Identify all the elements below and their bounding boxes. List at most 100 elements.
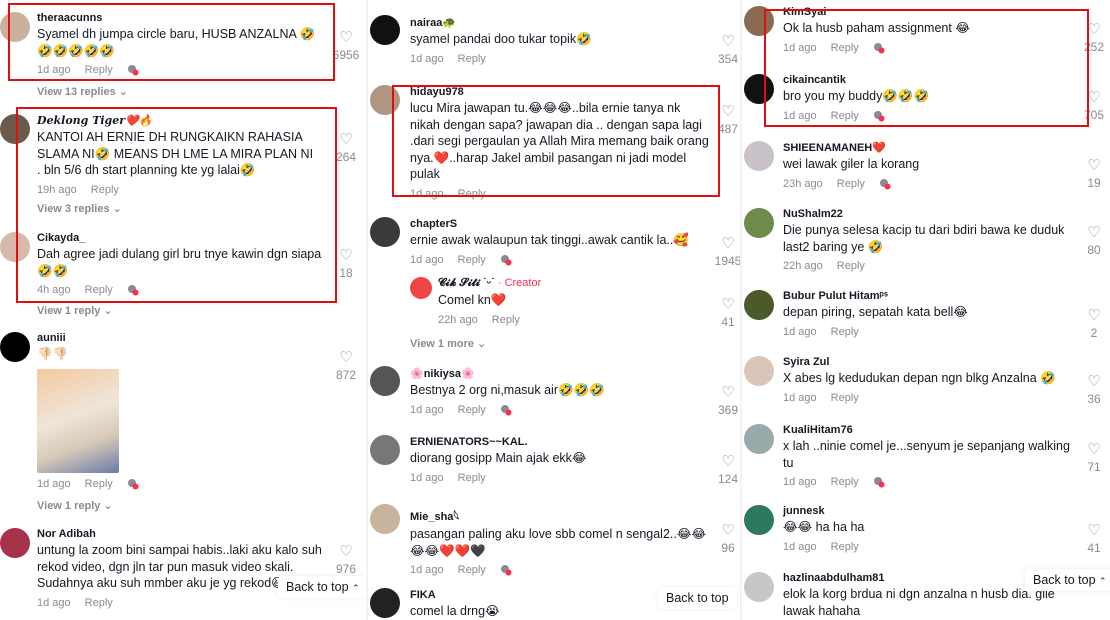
- view-replies-link[interactable]: View 13 replies ⌄: [37, 85, 128, 98]
- view-replies-link[interactable]: View 1 reply ⌄: [37, 304, 113, 317]
- reply-button[interactable]: Reply: [458, 472, 486, 484]
- dislike-icon[interactable]: [127, 284, 139, 296]
- avatar[interactable]: [0, 528, 30, 558]
- avatar[interactable]: [0, 114, 30, 144]
- comment-username[interactable]: Syira Zul: [783, 356, 1073, 368]
- like-heart-icon[interactable]: ♡: [1074, 22, 1110, 38]
- comment-username[interactable]: theraacunns: [37, 12, 317, 24]
- like-heart-icon[interactable]: ♡: [326, 248, 366, 264]
- reply-button[interactable]: Reply: [831, 392, 859, 404]
- avatar[interactable]: [0, 232, 30, 262]
- reply-button[interactable]: Reply: [492, 314, 520, 326]
- avatar[interactable]: [744, 208, 774, 238]
- dislike-icon[interactable]: [879, 178, 891, 190]
- reply-button[interactable]: Reply: [458, 188, 486, 200]
- comment-username[interactable]: hidayu978: [410, 86, 710, 98]
- avatar[interactable]: [370, 504, 400, 534]
- avatar[interactable]: [744, 356, 774, 386]
- like-heart-icon[interactable]: ♡: [1074, 523, 1110, 539]
- avatar[interactable]: [370, 15, 400, 45]
- like-heart-icon[interactable]: ♡: [326, 30, 366, 46]
- like-heart-icon[interactable]: ♡: [708, 385, 740, 401]
- like-heart-icon[interactable]: ♡: [1074, 158, 1110, 174]
- like-heart-icon[interactable]: ♡: [1074, 225, 1110, 241]
- reply-button[interactable]: Reply: [831, 110, 859, 122]
- reply-button[interactable]: Reply: [458, 53, 486, 65]
- reply-button[interactable]: Reply: [831, 541, 859, 553]
- avatar[interactable]: [744, 290, 774, 320]
- comment-username[interactable]: Cikayda_: [37, 232, 327, 244]
- like-heart-icon[interactable]: ♡: [1074, 308, 1110, 324]
- like-heart-icon[interactable]: ♡: [708, 523, 740, 539]
- comment-username[interactable]: Bubur Pulut Hitamᵖˢ: [783, 290, 1073, 302]
- comment-username[interactable]: Mie_sha𓆩: [410, 505, 710, 524]
- reply-username[interactable]: 𝓒𝓲𝓴 𝓢𝓲𝓽𝓲 ˙ᵕ˙: [438, 277, 495, 289]
- like-heart-icon[interactable]: ♡: [708, 104, 740, 120]
- dislike-icon[interactable]: [873, 476, 885, 488]
- comment-image[interactable]: [37, 368, 119, 473]
- avatar[interactable]: [370, 366, 400, 396]
- comment-username[interactable]: SHIEENAMANEH❤️: [783, 141, 1073, 154]
- reply-button[interactable]: Reply: [831, 42, 859, 54]
- avatar[interactable]: [0, 332, 30, 362]
- comment-username[interactable]: auniii: [37, 332, 317, 344]
- reply-button[interactable]: Reply: [831, 326, 859, 338]
- like-heart-icon[interactable]: ♡: [708, 236, 740, 252]
- reply-button[interactable]: Reply: [91, 184, 119, 196]
- avatar[interactable]: [744, 141, 774, 171]
- avatar[interactable]: [744, 505, 774, 535]
- reply-button[interactable]: Reply: [837, 178, 865, 190]
- back-to-top-button[interactable]: Back to top: [658, 587, 737, 609]
- dislike-icon[interactable]: [500, 404, 512, 416]
- comment-username[interactable]: junnesk: [783, 505, 1073, 517]
- dislike-icon[interactable]: [127, 64, 139, 76]
- like-heart-icon[interactable]: ♡: [326, 544, 366, 560]
- comment-username[interactable]: Nor Adibah: [37, 528, 327, 540]
- reply-button[interactable]: Reply: [837, 260, 865, 272]
- comment-username[interactable]: KualiHitam76: [783, 424, 1073, 436]
- comment-username[interactable]: cikaincantik: [783, 74, 1073, 86]
- avatar[interactable]: [744, 572, 774, 602]
- reply-button[interactable]: Reply: [85, 478, 113, 490]
- like-heart-icon[interactable]: ♡: [1074, 90, 1110, 106]
- avatar[interactable]: [410, 277, 432, 299]
- avatar[interactable]: [370, 435, 400, 465]
- dislike-icon[interactable]: [127, 478, 139, 490]
- like-heart-icon[interactable]: ♡: [326, 132, 366, 148]
- view-replies-link[interactable]: View 3 replies ⌄: [37, 202, 122, 215]
- view-replies-link[interactable]: View 1 reply ⌄: [37, 499, 113, 512]
- back-to-top-button[interactable]: Back to top ⌃: [278, 576, 366, 598]
- reply-button[interactable]: Reply: [85, 597, 113, 609]
- reply-button[interactable]: Reply: [85, 284, 113, 296]
- comment-username[interactable]: chapterS: [410, 218, 710, 230]
- reply-button[interactable]: Reply: [458, 404, 486, 416]
- avatar[interactable]: [370, 588, 400, 618]
- like-heart-icon[interactable]: ♡: [708, 34, 740, 50]
- dislike-icon[interactable]: [873, 42, 885, 54]
- like-heart-icon[interactable]: ♡: [326, 350, 366, 366]
- like-heart-icon[interactable]: ♡: [1074, 442, 1110, 458]
- avatar[interactable]: [744, 424, 774, 454]
- avatar[interactable]: [0, 12, 30, 42]
- reply-button[interactable]: Reply: [458, 254, 486, 266]
- comment-username[interactable]: ERNIENATORS~~KAL.: [410, 436, 710, 448]
- dislike-icon[interactable]: [500, 254, 512, 266]
- reply-button[interactable]: Reply: [458, 564, 486, 576]
- view-more-replies-link[interactable]: View 1 more ⌄: [410, 337, 486, 350]
- back-to-top-button[interactable]: Back to top ⌃: [1025, 569, 1110, 591]
- avatar[interactable]: [370, 85, 400, 115]
- like-heart-icon[interactable]: ♡: [708, 297, 740, 313]
- reply-button[interactable]: Reply: [831, 476, 859, 488]
- reply-button[interactable]: Reply: [85, 64, 113, 76]
- comment-username[interactable]: Deklong Tiger❤️🔥: [37, 114, 317, 127]
- comment-username[interactable]: 🌸nikiysa🌸: [410, 367, 710, 380]
- dislike-icon[interactable]: [500, 564, 512, 576]
- dislike-icon[interactable]: [873, 110, 885, 122]
- avatar[interactable]: [744, 6, 774, 36]
- comment-username[interactable]: nairaa🐢: [410, 16, 710, 29]
- like-heart-icon[interactable]: ♡: [1074, 374, 1110, 390]
- comment-username[interactable]: NuShalm22: [783, 208, 1073, 220]
- avatar[interactable]: [370, 217, 400, 247]
- avatar[interactable]: [744, 74, 774, 104]
- like-heart-icon[interactable]: ♡: [708, 454, 740, 470]
